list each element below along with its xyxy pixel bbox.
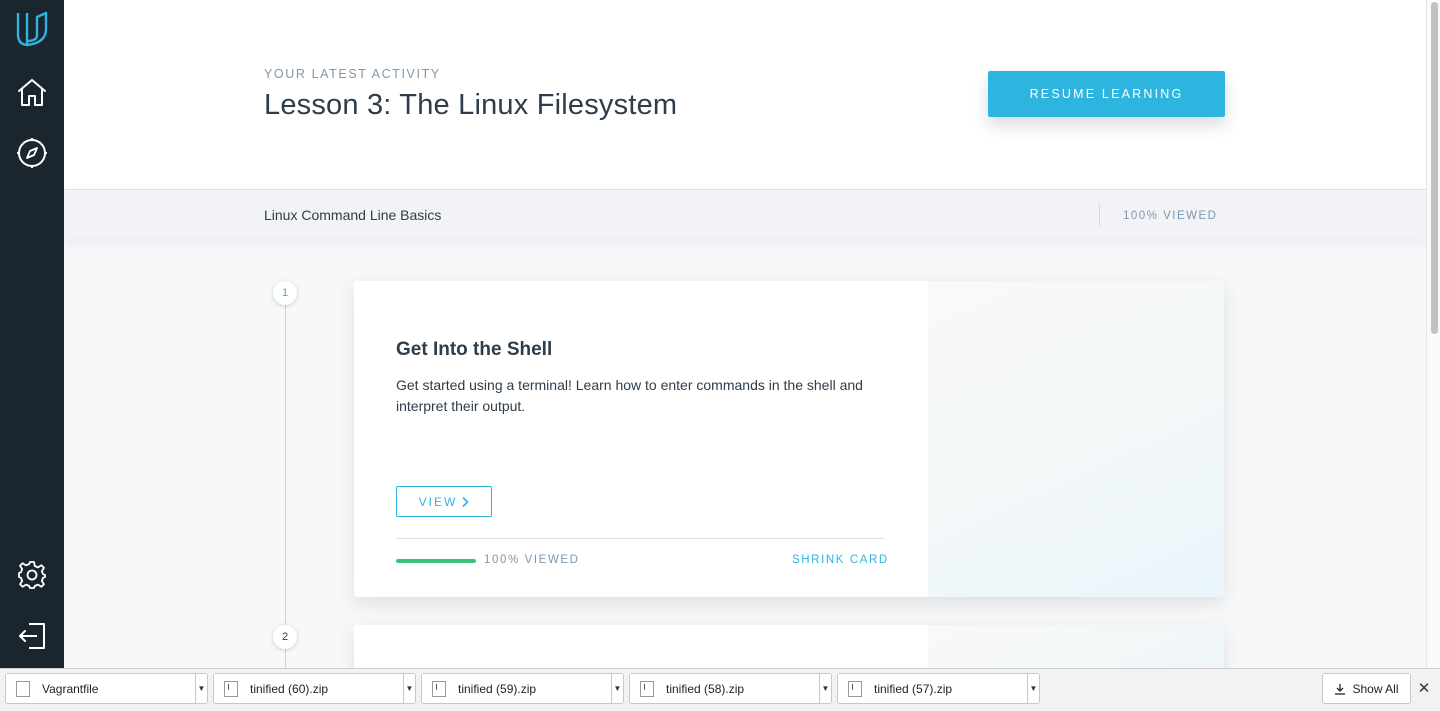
view-button[interactable]: VIEW xyxy=(396,486,492,517)
card-viewed-status: 100% VIEWED xyxy=(484,554,580,566)
zip-file-icon xyxy=(224,680,238,697)
download-filename: tinified (58).zip xyxy=(666,681,745,696)
logout-icon[interactable] xyxy=(14,618,50,654)
step-marker-2: 2 xyxy=(273,625,297,649)
concept-card: Get Into the Shell Get started using a t… xyxy=(354,281,1224,597)
resume-learning-button[interactable]: RESUME LEARNING xyxy=(988,71,1225,117)
download-icon xyxy=(1335,683,1346,695)
caret-down-icon[interactable]: ▼ xyxy=(611,674,623,703)
card-title: Get Into the Shell xyxy=(396,339,553,360)
caret-down-icon[interactable]: ▼ xyxy=(195,674,207,703)
card-image xyxy=(928,625,1224,668)
close-icon[interactable]: ✕ xyxy=(1417,679,1431,697)
progress-fill xyxy=(396,559,476,563)
timeline-line xyxy=(285,302,286,668)
step-marker-1: 1 xyxy=(273,281,297,305)
caret-down-icon[interactable]: ▼ xyxy=(819,674,831,703)
zip-file-icon xyxy=(640,680,654,697)
download-item[interactable]: tinified (57).zip ▼ xyxy=(837,673,1040,704)
download-filename: tinified (57).zip xyxy=(874,681,953,696)
eyebrow-label: YOUR LATEST ACTIVITY xyxy=(264,67,441,81)
download-item[interactable]: tinified (58).zip ▼ xyxy=(629,673,832,704)
course-viewed-status: 100% VIEWED xyxy=(1123,210,1218,222)
page-scrollbar[interactable] xyxy=(1426,0,1440,668)
course-name[interactable]: Linux Command Line Basics xyxy=(264,207,441,223)
caret-down-icon[interactable]: ▼ xyxy=(1027,674,1039,703)
download-item[interactable]: tinified (60).zip ▼ xyxy=(213,673,416,704)
download-item[interactable]: Vagrantfile ▼ xyxy=(5,673,208,704)
gear-icon[interactable] xyxy=(14,557,50,593)
download-shelf: Vagrantfile ▼ tinified (60).zip ▼ tinifi… xyxy=(0,668,1440,711)
home-icon[interactable] xyxy=(14,74,50,110)
latest-activity-header: YOUR LATEST ACTIVITY Lesson 3: The Linux… xyxy=(64,0,1426,190)
card-image xyxy=(928,281,1224,597)
card-description: Get started using a terminal! Learn how … xyxy=(396,377,863,414)
divider xyxy=(1099,204,1100,226)
caret-down-icon[interactable]: ▼ xyxy=(403,674,415,703)
sidebar xyxy=(0,0,64,668)
scrollbar-thumb[interactable] xyxy=(1431,2,1438,334)
main-content: YOUR LATEST ACTIVITY Lesson 3: The Linux… xyxy=(64,0,1426,668)
download-filename: tinified (60).zip xyxy=(250,681,329,696)
shrink-card-link[interactable]: SHRINK CARD xyxy=(792,554,889,566)
chevron-right-icon xyxy=(462,496,469,507)
zip-file-icon xyxy=(432,680,446,697)
compass-icon[interactable] xyxy=(14,135,50,171)
file-icon xyxy=(16,680,30,697)
show-all-button[interactable]: Show All xyxy=(1322,673,1411,704)
progress-bar xyxy=(396,559,476,563)
download-item[interactable]: tinified (59).zip ▼ xyxy=(421,673,624,704)
view-button-label: VIEW xyxy=(418,494,458,509)
course-bar: Linux Command Line Basics 100% VIEWED xyxy=(64,191,1426,239)
udacity-logo-icon[interactable] xyxy=(14,11,50,47)
divider xyxy=(396,538,885,539)
lesson-title: Lesson 3: The Linux Filesystem xyxy=(264,89,678,121)
download-filename: Vagrantfile xyxy=(42,681,99,696)
zip-file-icon xyxy=(848,680,862,697)
download-filename: tinified (59).zip xyxy=(458,681,537,696)
concept-card-2 xyxy=(354,625,1224,668)
show-all-label: Show All xyxy=(1352,681,1399,696)
